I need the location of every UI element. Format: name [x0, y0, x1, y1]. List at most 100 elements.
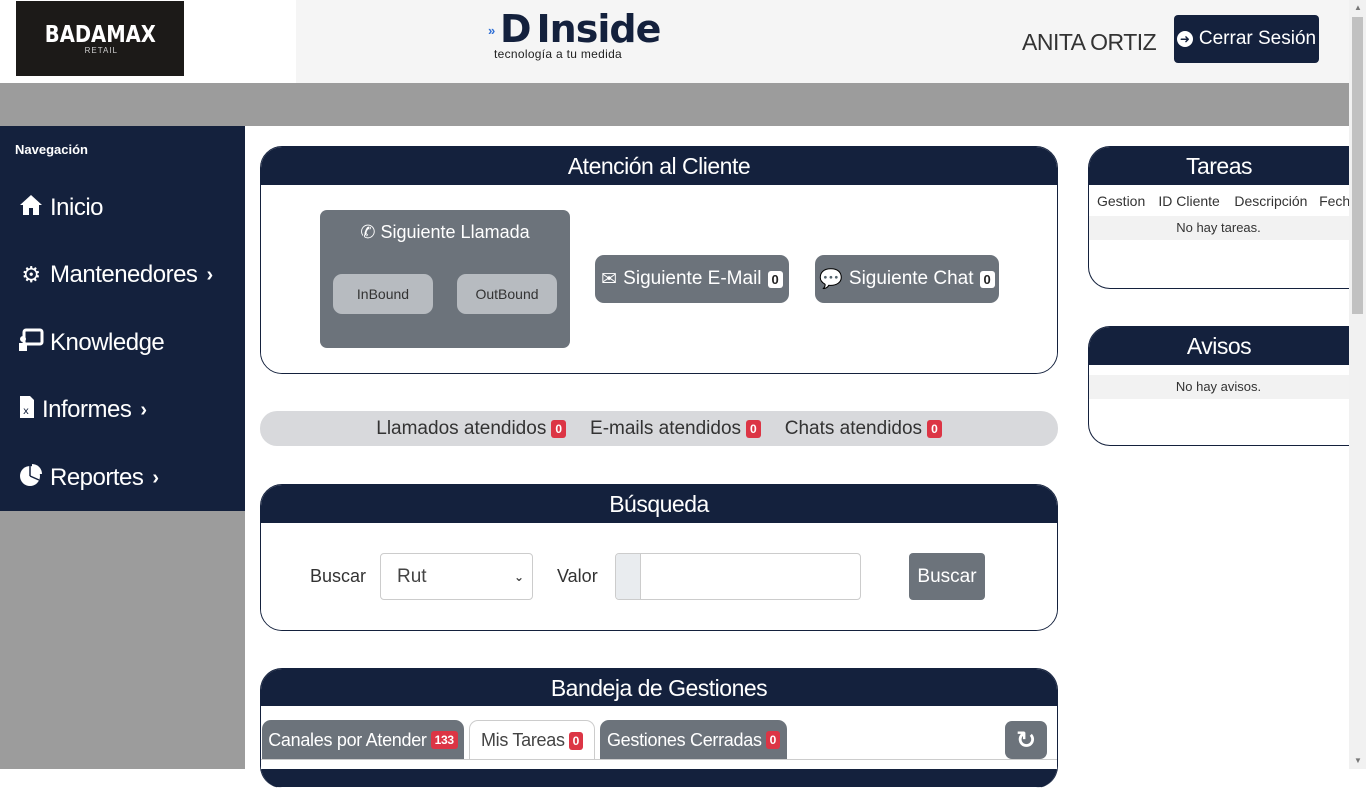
next-chat-label: Siguiente Chat: [848, 268, 974, 289]
tab-count-badge: 0: [568, 731, 584, 750]
column-header: ID Cliente: [1158, 193, 1220, 209]
dinside-logo: » D Inside tecnología a tu medida: [488, 7, 661, 69]
chevron-right-icon: ›: [152, 466, 159, 489]
search-type-value: Rut: [397, 565, 427, 587]
calls-attended-label: Llamados atendidos: [376, 417, 547, 439]
chevron-right-icon: ›: [206, 263, 213, 286]
chalkboard-icon: [17, 328, 45, 358]
search-type-label: Buscar: [310, 566, 367, 586]
search-button[interactable]: Buscar: [909, 553, 985, 600]
next-email-count: 0: [767, 270, 783, 288]
chats-attended: Chats atendidos 0: [785, 418, 942, 440]
search-value-input[interactable]: [615, 553, 861, 600]
emails-attended: E-mails atendidos 0: [590, 418, 761, 440]
atencion-card: Atención al Cliente ✆ Siguiente Llamada …: [260, 146, 1058, 374]
svg-text:x: x: [23, 406, 29, 417]
sidebar-item-reportes[interactable]: Reportes ›: [17, 461, 159, 495]
arrow-circle-right-icon: ➜: [1176, 31, 1193, 47]
tab-mis-tareas[interactable]: Mis Tareas 0: [469, 720, 595, 760]
phone-icon: ✆: [360, 222, 376, 242]
logout-label: Cerrar Sesión: [1198, 28, 1317, 49]
tab-gestiones-cerradas[interactable]: Gestiones Cerradas 0: [600, 720, 787, 760]
attended-stats-bar: Llamados atendidos 0 E-mails atendidos 0…: [260, 411, 1058, 446]
user-name: ANITA ORTIZ: [1022, 29, 1157, 55]
sidebar-item-mantenedores[interactable]: ⚙ Mantenedores ›: [17, 258, 213, 292]
refresh-icon: ↻: [1015, 726, 1037, 754]
logo-tagline: tecnología a tu medida: [494, 47, 623, 61]
atencion-body: ✆ Siguiente Llamada InBound OutBound ✉ S…: [261, 185, 1057, 373]
chevron-down-icon: ⌄: [513, 569, 524, 584]
pie-chart-icon: [17, 463, 45, 493]
tab-canales-por-atender[interactable]: Canales por Atender 133: [262, 720, 464, 760]
sidebar-item-label: Knowledge: [50, 329, 165, 356]
column-header: Gestion: [1097, 193, 1146, 209]
chats-attended-badge: 0: [927, 419, 942, 438]
double-chevron-icon: »: [488, 23, 496, 38]
chevron-right-icon: ›: [140, 398, 147, 421]
scrollbar-thumb[interactable]: [1352, 17, 1363, 314]
refresh-button[interactable]: ↻: [1005, 721, 1047, 759]
tab-divider: [261, 759, 1057, 760]
badamax-logo: BADAMAX RETAIL: [16, 1, 184, 76]
excel-file-icon: x: [17, 395, 37, 425]
logo-word: Inside: [536, 7, 662, 51]
bandeja-title: Bandeja de Gestiones: [261, 669, 1057, 707]
chats-attended-label: Chats atendidos: [784, 417, 923, 439]
column-header: Descripción: [1234, 193, 1308, 209]
tab-count-badge: 133: [430, 731, 458, 749]
tareas-empty-message: No hay tareas.: [1089, 216, 1358, 240]
emails-attended-badge: 0: [746, 419, 761, 438]
logo-brand-text: BADAMAX: [44, 22, 156, 48]
sidebar-item-label: Mantenedores: [50, 261, 198, 288]
next-call-label: Siguiente Llamada: [380, 222, 530, 242]
search-value-label: Valor: [557, 566, 598, 586]
search-type-select[interactable]: Rut ⌄: [380, 553, 533, 600]
next-chat-count: 0: [979, 270, 995, 288]
tab-label: Gestiones Cerradas: [606, 729, 762, 750]
logo-area: BADAMAX RETAIL: [0, 0, 296, 83]
tareas-title: Tareas: [1089, 147, 1358, 185]
logo-d-letter: D: [500, 7, 532, 51]
tab-label: Mis Tareas: [480, 730, 565, 750]
sidebar: Navegación Inicio ⚙ Mantenedores › Knowl…: [0, 126, 245, 511]
input-prefix: [616, 554, 641, 599]
busqueda-card: Búsqueda Buscar Rut ⌄ Valor Buscar: [260, 484, 1058, 631]
envelope-icon: ✉: [601, 268, 618, 290]
sidebar-item-informes[interactable]: x Informes ›: [17, 393, 147, 427]
busqueda-body: Buscar Rut ⌄ Valor Buscar: [261, 523, 1057, 630]
bandeja-body: Canales por Atender 133 Mis Tareas 0 Ges…: [261, 706, 1057, 769]
tab-label: Canales por Atender: [268, 729, 427, 750]
sidebar-item-inicio[interactable]: Inicio: [17, 191, 104, 225]
outbound-button[interactable]: OutBound: [457, 274, 557, 314]
emails-attended-label: E-mails atendidos: [590, 417, 742, 439]
avisos-card: Avisos No hay avisos.: [1088, 326, 1358, 446]
gears-icon: ⚙: [21, 262, 41, 287]
next-chat-button[interactable]: 💬 Siguiente Chat 0: [815, 255, 999, 303]
next-email-button[interactable]: ✉ Siguiente E-Mail 0: [595, 255, 789, 303]
sidebar-title: Navegación: [15, 142, 88, 157]
busqueda-title: Búsqueda: [261, 485, 1057, 523]
scroll-up-icon[interactable]: ▲: [1353, 3, 1363, 12]
avisos-title: Avisos: [1089, 327, 1358, 365]
tareas-card: Tareas Gestion ID Cliente Descripción Fe…: [1088, 146, 1358, 289]
calls-attended-badge: 0: [551, 419, 567, 438]
next-email-label: Siguiente E-Mail: [623, 268, 762, 289]
inbound-button[interactable]: InBound: [333, 274, 433, 314]
scroll-down-icon[interactable]: ▼: [1353, 756, 1363, 765]
next-call-panel: ✆ Siguiente Llamada InBound OutBound: [320, 210, 570, 348]
sidebar-item-label: Informes: [42, 396, 132, 423]
atencion-title: Atención al Cliente: [261, 147, 1057, 185]
sidebar-item-knowledge[interactable]: Knowledge: [17, 326, 165, 360]
tab-count-badge: 0: [765, 731, 781, 749]
logout-button[interactable]: ➜ Cerrar Sesión: [1174, 15, 1319, 63]
sidebar-item-label: Inicio: [50, 194, 104, 221]
avisos-empty-message: No hay avisos.: [1089, 375, 1358, 399]
top-header: BADAMAX RETAIL » D Inside tecnología a t…: [0, 0, 1349, 83]
next-call-button[interactable]: ✆ Siguiente Llamada: [320, 222, 570, 243]
tareas-table-header: Gestion ID Cliente Descripción Fech: [1089, 185, 1358, 216]
sub-header-bar: [0, 83, 1349, 126]
comments-icon: 💬: [819, 269, 843, 290]
sidebar-item-label: Reportes: [50, 464, 144, 491]
calls-attended: Llamados atendidos 0: [376, 417, 567, 440]
home-icon: [17, 194, 45, 222]
